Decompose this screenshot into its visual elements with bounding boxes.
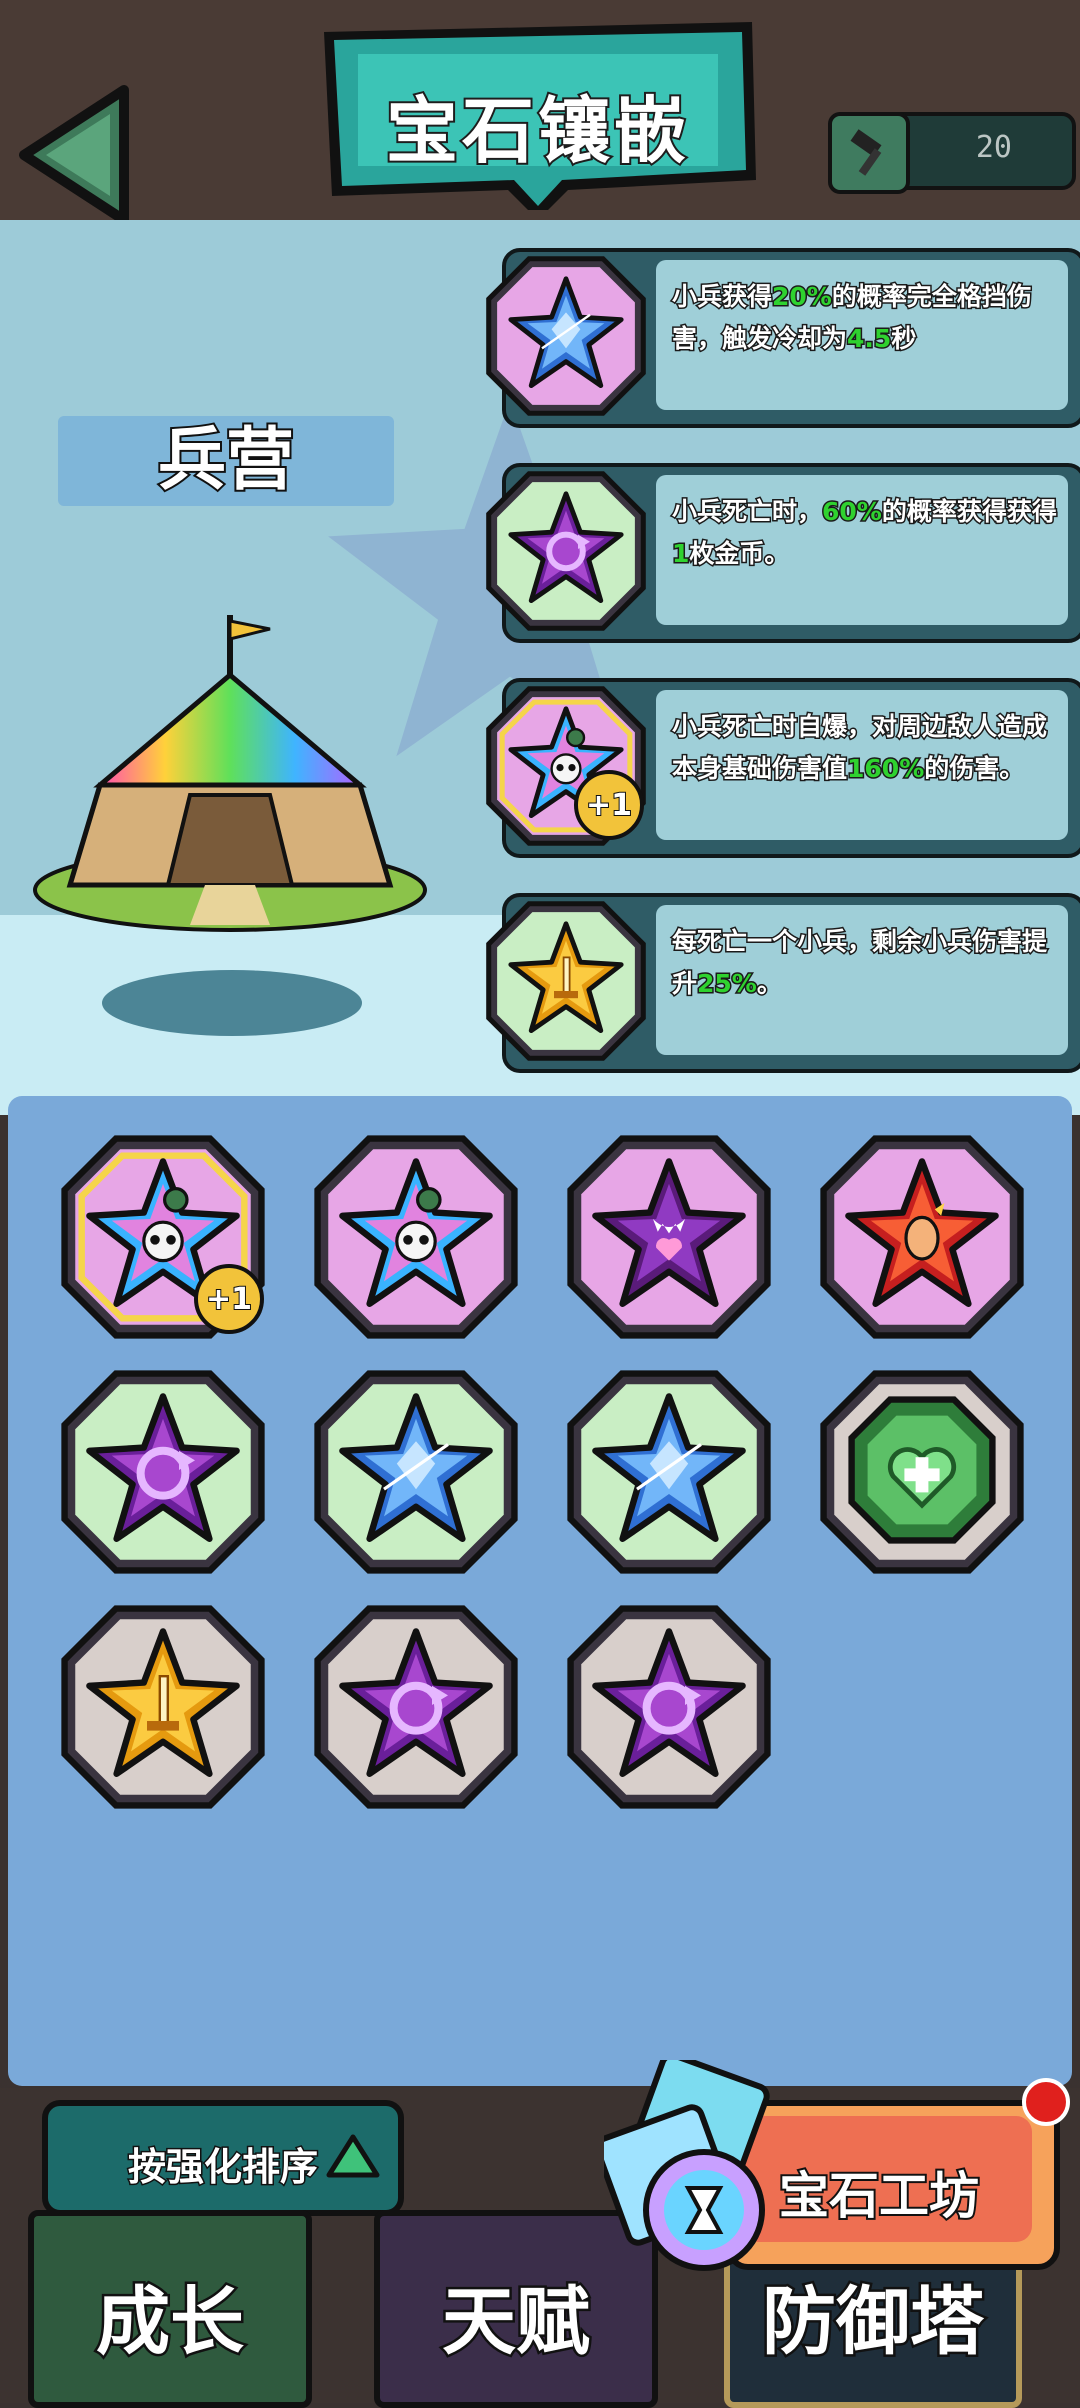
notification-dot — [1022, 2078, 1070, 2126]
blue-shield-star-gem-icon — [589, 1390, 749, 1550]
skill-description: 每死亡一个小兵，剩余小兵伤害提升25%。 — [670, 921, 1064, 1005]
sort-up-triangle-icon — [326, 2134, 380, 2178]
skill-text: 。 — [755, 968, 783, 1000]
skill-value: 4.5 — [846, 323, 893, 355]
hammer-icon — [828, 112, 910, 194]
rainbow-skull-star-gem-icon — [336, 1155, 496, 1315]
inventory-gem-slot[interactable] — [562, 1365, 776, 1579]
tab-label: 成长 — [94, 2277, 247, 2368]
purple-recycle-star-gem-icon — [83, 1390, 243, 1550]
blue-shield-star-gem-icon — [482, 252, 650, 420]
skill-description: 小兵死亡时自爆，对周边敌人造成本身基础伤害值160%的伤害。 — [670, 706, 1064, 790]
inventory-gem-slot[interactable] — [309, 1365, 523, 1579]
gem-workshop-button[interactable]: 宝石工坊 — [726, 2100, 1060, 2270]
inventory-gem-slot[interactable] — [309, 1600, 523, 1814]
skill-description-panel: 每死亡一个小兵，剩余小兵伤害提升25%。 — [482, 893, 1080, 1073]
inventory-gem-slot[interactable] — [562, 1130, 776, 1344]
purple-recycle-star-gem-icon — [589, 1625, 749, 1785]
skill-text: 小兵获得 — [670, 281, 773, 313]
level-badge: +1 — [194, 1264, 264, 1334]
barracks-tent-icon — [33, 615, 427, 932]
tent-shadow — [102, 970, 362, 1036]
workshop-gem-stack-icon — [604, 2060, 770, 2271]
purple-fang-heart-star-gem-icon — [589, 1155, 749, 1315]
gold-sword-star-gem-icon — [482, 897, 650, 1065]
skill-value: 25% — [696, 968, 759, 1000]
sort-by-enhance-button[interactable]: 按强化排序 — [42, 2100, 404, 2216]
back-arrow-icon[interactable] — [14, 80, 134, 230]
skill-value: 60% — [821, 496, 884, 528]
inventory-gem-slot[interactable] — [562, 1600, 776, 1814]
inventory-gem-slot[interactable] — [309, 1130, 523, 1344]
page-title: 宝石镶嵌 — [384, 87, 690, 175]
hammer-currency: 20 — [828, 112, 1076, 194]
skill-value: 20% — [771, 281, 834, 313]
inventory-gem-slot[interactable] — [815, 1130, 1029, 1344]
blue-shield-star-gem-icon — [336, 1390, 496, 1550]
skill-text: 的伤害。 — [923, 753, 1026, 785]
skill-text: 的概率获得获得 — [880, 496, 1058, 528]
inventory-gem-slot[interactable]: +1 — [56, 1130, 270, 1344]
hammer-count: 20 — [975, 130, 1012, 165]
inventory-gem-slot[interactable] — [56, 1600, 270, 1814]
sort-label: 按强化排序 — [126, 2144, 319, 2191]
red-rage-star-gem-icon — [842, 1155, 1002, 1315]
purple-recycle-star-gem-icon — [336, 1625, 496, 1785]
workshop-label: 宝石工坊 — [777, 2165, 981, 2227]
level-badge: +1 — [574, 770, 644, 840]
skill-text: 小兵死亡时， — [670, 496, 823, 528]
inventory-gem-slot[interactable] — [56, 1365, 270, 1579]
skill-description-panel: +1 小兵死亡时自爆，对周边敌人造成本身基础伤害值160%的伤害。 — [482, 678, 1080, 858]
skill-description-panel: 小兵死亡时，60%的概率获得获得 1枚金币。 — [482, 463, 1080, 643]
green-heal-octagon-gem-icon — [842, 1390, 1002, 1550]
skill-value: 1 — [670, 538, 690, 570]
skill-value: 160% — [846, 753, 926, 785]
skill-description-panel: 小兵获得20%的概率完全格挡伤害，触发冷却为4.5秒 — [482, 248, 1080, 428]
skill-text: 秒 — [890, 323, 918, 355]
gold-sword-star-gem-icon — [83, 1625, 243, 1785]
skill-text: 枚金币。 — [688, 538, 791, 570]
skill-description: 小兵死亡时，60%的概率获得获得 1枚金币。 — [670, 491, 1064, 575]
skill-description: 小兵获得20%的概率完全格挡伤害，触发冷却为4.5秒 — [670, 276, 1064, 360]
tab-growth[interactable]: 成长 — [28, 2210, 312, 2408]
inventory-gem-slot[interactable] — [815, 1365, 1029, 1579]
purple-recycle-star-gem-icon — [482, 467, 650, 635]
building-name: 兵营 — [58, 416, 394, 506]
rainbow-skull-star-gem-icon: +1 — [482, 682, 650, 850]
